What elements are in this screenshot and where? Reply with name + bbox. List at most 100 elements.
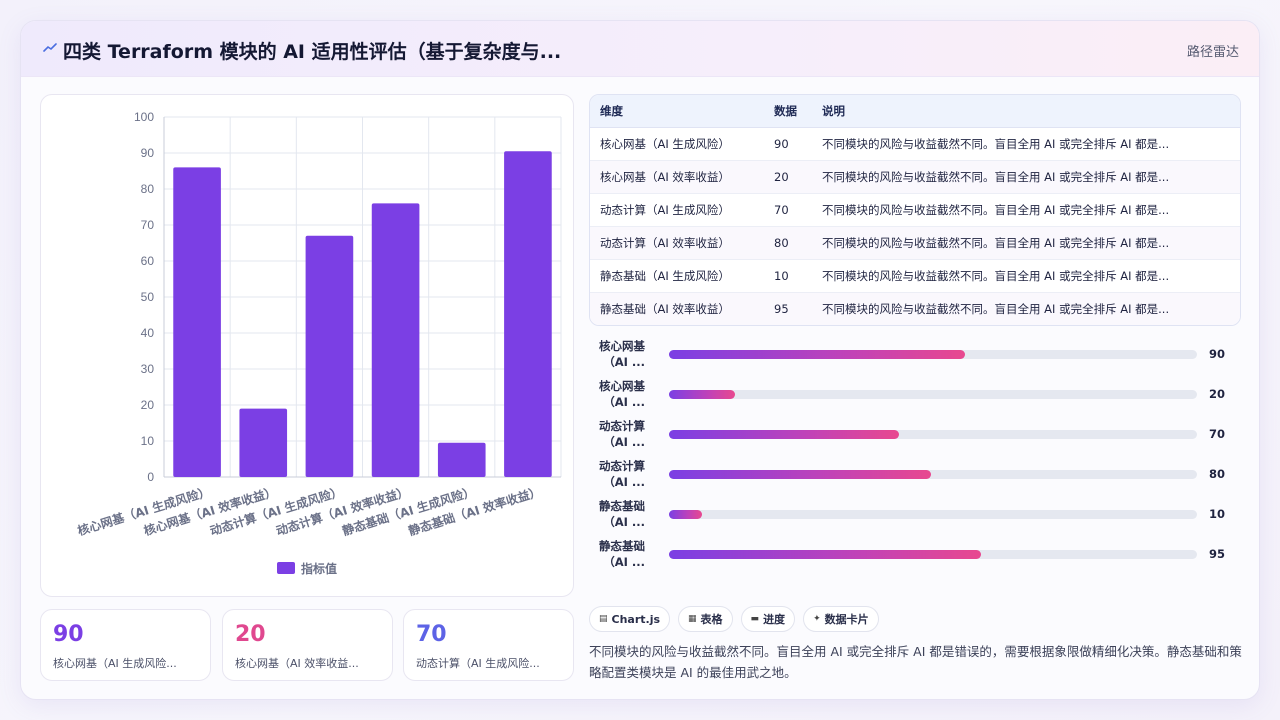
- data-table: 维度 数据 说明 核心网基（AI 生成风险） 90 不同模块的风险与收益截然不同…: [589, 94, 1241, 326]
- progress-value: 10: [1209, 507, 1226, 521]
- y-tick-label: 60: [141, 254, 155, 268]
- table-cell: 20: [764, 160, 812, 194]
- chip-label: Chart.js: [611, 612, 661, 626]
- progress-label-line2: （AI ...: [603, 515, 645, 529]
- table-cell: 90: [764, 127, 812, 161]
- progress-row: 动态计算 （AI ... 80: [589, 458, 1249, 490]
- bar-chart-svg: 0102030405060708090100核心网基（AI 生成风险）核心网基（…: [76, 110, 562, 576]
- bar: [173, 167, 221, 477]
- chip-chartjs[interactable]: ▤ Chart.js: [589, 606, 671, 632]
- progress-track: [669, 470, 1197, 479]
- progress-label-line2: （AI ...: [603, 395, 645, 409]
- progress-value: 95: [1209, 547, 1226, 561]
- progress-row: 静态基础 （AI ... 10: [589, 498, 1249, 530]
- table-cell: 不同模块的风险与收益截然不同。盲目全用 AI 或完全排斥 AI 都是...: [812, 226, 1240, 260]
- y-tick-label: 80: [141, 182, 155, 196]
- progress-label: 动态计算 （AI ...: [589, 458, 645, 490]
- chip-label: 表格: [700, 613, 723, 626]
- table-cell: 不同模块的风险与收益截然不同。盲目全用 AI 或完全排斥 AI 都是...: [812, 259, 1240, 293]
- y-tick-label: 70: [141, 218, 155, 232]
- progress-fill: [669, 390, 735, 399]
- bar: [437, 442, 486, 477]
- stat-card: 90 核心网基（AI 生成风险...: [40, 609, 211, 681]
- progress-value: 70: [1209, 427, 1226, 441]
- table-cell: 动态计算（AI 效率收益）: [590, 226, 764, 260]
- stat-value: 70: [416, 622, 447, 647]
- progress-label-line2: （AI ...: [603, 435, 645, 449]
- stat-card: 20 核心网基（AI 效率收益...: [222, 609, 393, 681]
- table-cell: 核心网基（AI 效率收益）: [590, 160, 764, 194]
- sparkle-icon: ✦: [813, 614, 821, 624]
- bar-chart: 0 10 20 30 40 50 60 70 80 90 100 核心网基（AI 生成风险） 核心网基（…: [40, 94, 574, 597]
- table-cell: 静态基础（AI 生成风险）: [590, 259, 764, 293]
- y-tick-label: 30: [141, 362, 155, 376]
- progress-label: 核心网基 （AI ...: [589, 338, 645, 370]
- progress-label-line1: 动态计算: [599, 459, 645, 473]
- progress-label: 动态计算 （AI ...: [589, 418, 645, 450]
- progress-label-line1: 动态计算: [599, 419, 645, 433]
- y-tick-label: 50: [141, 290, 155, 304]
- progress-value: 80: [1209, 467, 1226, 481]
- legend-label: 指标值: [301, 561, 337, 576]
- progress-fill: [669, 350, 965, 359]
- progress-track: [669, 350, 1197, 359]
- progress-row: 静态基础 （AI ... 95: [589, 538, 1249, 570]
- progress-track: [669, 430, 1197, 439]
- table-icon: ▦: [688, 614, 697, 624]
- progress-track: [669, 550, 1197, 559]
- progress-label-line2: （AI ...: [603, 555, 645, 569]
- column-header-dimension: 维度: [590, 95, 764, 128]
- stat-card: 70 动态计算（AI 生成风险...: [403, 609, 574, 681]
- progress-label-line1: 静态基础: [599, 539, 645, 553]
- table-cell: 不同模块的风险与收益截然不同。盲目全用 AI 或完全排斥 AI 都是...: [812, 127, 1240, 161]
- column-header-data: 数据: [764, 95, 812, 128]
- progress-fill: [669, 470, 932, 479]
- trend-line-icon: [43, 43, 57, 52]
- y-tick-label: 0: [147, 470, 154, 484]
- path-radar-link[interactable]: 路径雷达: [1187, 41, 1239, 60]
- header: 四类 Terraform 模块的 AI 适用性评估（基于复杂度与... 路径雷达: [21, 21, 1259, 77]
- progress-row: 动态计算 （AI ... 70: [589, 418, 1249, 450]
- chart-icon: ▤: [599, 614, 608, 624]
- table-row: 静态基础（AI 效率收益） 95 不同模块的风险与收益截然不同。盲目全用 AI …: [590, 292, 1240, 325]
- progress-track: [669, 510, 1197, 519]
- progress-row: 核心网基 （AI ... 20: [589, 378, 1249, 410]
- y-tick-label: 10: [141, 434, 155, 448]
- chip-label: 进度: [763, 613, 786, 626]
- progress-fill: [669, 430, 899, 439]
- main-card: 四类 Terraform 模块的 AI 适用性评估（基于复杂度与... 路径雷达…: [20, 20, 1260, 700]
- progress-label-line1: 核心网基: [599, 339, 645, 353]
- bar: [239, 408, 288, 477]
- progress-label: 核心网基 （AI ...: [589, 378, 645, 410]
- table-cell: 70: [764, 193, 812, 227]
- chip-progress[interactable]: ▬ 进度: [740, 606, 796, 632]
- table-header-row: 维度 数据 说明: [590, 95, 1240, 128]
- table-row: 动态计算（AI 效率收益） 80 不同模块的风险与收益截然不同。盲目全用 AI …: [590, 226, 1240, 260]
- table-cell: 不同模块的风险与收益截然不同。盲目全用 AI 或完全排斥 AI 都是...: [812, 292, 1240, 325]
- progress-row: 核心网基 （AI ... 90: [589, 338, 1249, 370]
- chip-data-cards[interactable]: ✦ 数据卡片: [803, 606, 879, 632]
- progress-label: 静态基础 （AI ...: [589, 498, 645, 530]
- progress-label-line2: （AI ...: [603, 475, 645, 489]
- y-tick-label: 90: [141, 146, 155, 160]
- table-row: 动态计算（AI 生成风险） 70 不同模块的风险与收益截然不同。盲目全用 AI …: [590, 193, 1240, 227]
- stat-label: 核心网基（AI 生成风险...: [53, 657, 177, 670]
- view-chips: ▤ Chart.js ▦ 表格 ▬ 进度 ✦ 数据卡片: [589, 606, 879, 632]
- table-cell: 动态计算（AI 生成风险）: [590, 193, 764, 227]
- progress-track: [669, 390, 1197, 399]
- stat-label: 核心网基（AI 效率收益...: [235, 657, 359, 670]
- progress-fill: [669, 510, 702, 519]
- bar: [504, 151, 552, 477]
- y-tick-label: 20: [141, 398, 155, 412]
- table-row: 核心网基（AI 效率收益） 20 不同模块的风险与收益截然不同。盲目全用 AI …: [590, 160, 1240, 194]
- table-row: 核心网基（AI 生成风险） 90 不同模块的风险与收益截然不同。盲目全用 AI …: [590, 127, 1240, 161]
- table-cell: 静态基础（AI 效率收益）: [590, 292, 764, 325]
- progress-value: 90: [1209, 347, 1226, 361]
- legend-swatch: [277, 562, 295, 574]
- table-cell: 95: [764, 292, 812, 325]
- table-cell: 10: [764, 259, 812, 293]
- bar: [305, 235, 354, 477]
- progress-label-line1: 静态基础: [599, 499, 645, 513]
- stat-value: 90: [53, 622, 84, 647]
- chip-table[interactable]: ▦ 表格: [678, 606, 733, 632]
